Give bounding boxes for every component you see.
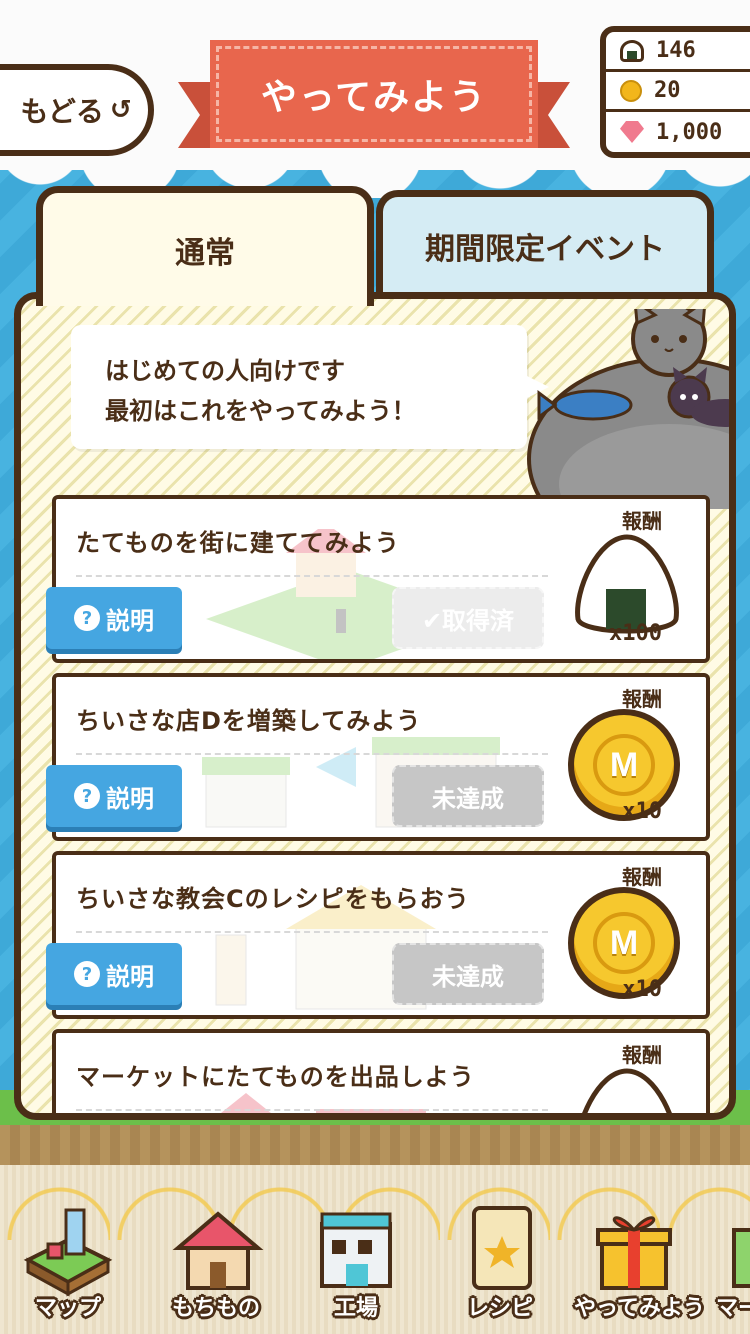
divider xyxy=(76,575,548,577)
back-button-label: もどる xyxy=(20,95,104,128)
nav-factory[interactable]: 工場 xyxy=(296,1200,416,1328)
status-button[interactable]: 未達成 xyxy=(392,765,544,827)
help-button[interactable]: ? 説明 xyxy=(46,587,182,649)
house-icon xyxy=(172,1211,264,1290)
tab-event-label: 期間限定イベント xyxy=(425,231,665,267)
nav-factory-label: 工場 xyxy=(333,1296,378,1321)
reward-quantity: x10 xyxy=(622,977,662,1002)
gift-icon xyxy=(596,1216,672,1290)
gem-count: 1,000 xyxy=(656,119,723,145)
tab-normal-label: 通常 xyxy=(175,235,235,271)
factory-icon xyxy=(320,1212,392,1288)
mission-panel: はじめての人向けです 最初はこれをやってみよう！ たてものを街に建ててみよう ? xyxy=(14,292,736,1120)
page-title: やってみよう xyxy=(210,40,538,148)
recipe-book-icon xyxy=(472,1206,532,1290)
reward-quantity: x10 xyxy=(622,799,662,824)
intro-line-2: 最初はこれをやってみよう！ xyxy=(105,397,416,425)
question-icon: ? xyxy=(74,783,100,809)
return-arrow-icon: ↺ xyxy=(109,95,132,125)
intro-line-1: はじめての人向けです xyxy=(105,357,345,385)
reward-quantity: x100 xyxy=(609,621,662,646)
currency-coin: 20 xyxy=(606,72,750,112)
reward-label: 報酬 xyxy=(622,687,662,711)
coin-icon xyxy=(620,79,642,102)
coin-letter: M xyxy=(593,734,655,796)
nav-inventory[interactable]: もちもの xyxy=(156,1200,276,1328)
help-button-label: 説明 xyxy=(106,784,154,813)
currency-gem: 1,000 xyxy=(606,112,750,152)
question-icon: ? xyxy=(74,605,100,631)
reward-label: 報酬 xyxy=(622,1043,662,1067)
mission-card: たてものを街に建ててみよう ? 説明 ✔取得済 報酬 x100 xyxy=(46,495,710,663)
divider xyxy=(76,753,548,755)
help-button[interactable]: ? 説明 xyxy=(46,765,182,827)
market-icon xyxy=(732,1228,750,1288)
status-button[interactable]: ✔取得済 xyxy=(392,587,544,649)
mission-card: マーケットにたてものを出品しよう 報酬 xyxy=(52,1029,710,1113)
mission-title: ちいさな教会Cのレシピをもらおう xyxy=(76,885,470,913)
nav-challenge-label: やってみよう xyxy=(574,1296,705,1321)
nav-market[interactable]: マー xyxy=(710,1200,750,1328)
coin-letter: M xyxy=(593,912,655,974)
gem-icon xyxy=(620,121,644,143)
status-button[interactable]: 未達成 xyxy=(392,943,544,1005)
mission-card: ちいさな教会Cのレシピをもらおう ? 説明 未達成 報酬 M x10 xyxy=(46,851,710,1019)
title-ribbon: やってみよう xyxy=(178,40,560,154)
nav-recipe-label: レシピ xyxy=(466,1296,533,1321)
tab-limited-event[interactable]: 期間限定イベント xyxy=(376,190,714,294)
currency-panel: 146 20 1,000 xyxy=(600,26,750,158)
mission-title: マーケットにたてものを出品しよう xyxy=(76,1063,475,1091)
help-button-label: 説明 xyxy=(106,606,154,635)
reward-label: 報酬 xyxy=(622,865,662,889)
dirt-strip xyxy=(0,1125,750,1170)
nav-map[interactable]: マップ xyxy=(8,1200,128,1328)
divider xyxy=(76,1109,548,1111)
coin-count: 20 xyxy=(654,78,681,103)
divider xyxy=(76,931,548,933)
nav-inventory-label: もちもの xyxy=(171,1296,260,1321)
mission-title: たてものを街に建ててみよう xyxy=(76,529,400,557)
onigiri-icon xyxy=(620,39,644,62)
mission-title: ちいさな店Dを増築してみよう xyxy=(76,707,422,735)
mission-card: ちいさな店Dを増築してみよう ? 説明 未達成 報酬 M x10 xyxy=(46,673,710,841)
rice-count: 146 xyxy=(656,38,696,63)
nav-market-label: マー xyxy=(716,1296,750,1321)
onigiri-icon xyxy=(582,1068,672,1113)
tab-normal[interactable]: 通常 xyxy=(36,186,374,306)
nav-challenge[interactable]: やってみよう xyxy=(574,1200,705,1328)
nav-recipe[interactable]: レシピ xyxy=(440,1200,560,1328)
back-button[interactable]: もどる ↺ xyxy=(0,64,154,156)
nav-map-label: マップ xyxy=(34,1296,101,1321)
currency-rice: 146 xyxy=(606,32,750,72)
map-icon xyxy=(23,1208,113,1297)
help-button[interactable]: ? 説明 xyxy=(46,943,182,1005)
help-button-label: 説明 xyxy=(106,962,154,991)
intro-speech-bubble: はじめての人向けです 最初はこれをやってみよう！ xyxy=(71,325,549,449)
cat-mascot-illustration xyxy=(527,309,729,509)
question-icon: ? xyxy=(74,961,100,987)
reward-label: 報酬 xyxy=(622,509,662,533)
